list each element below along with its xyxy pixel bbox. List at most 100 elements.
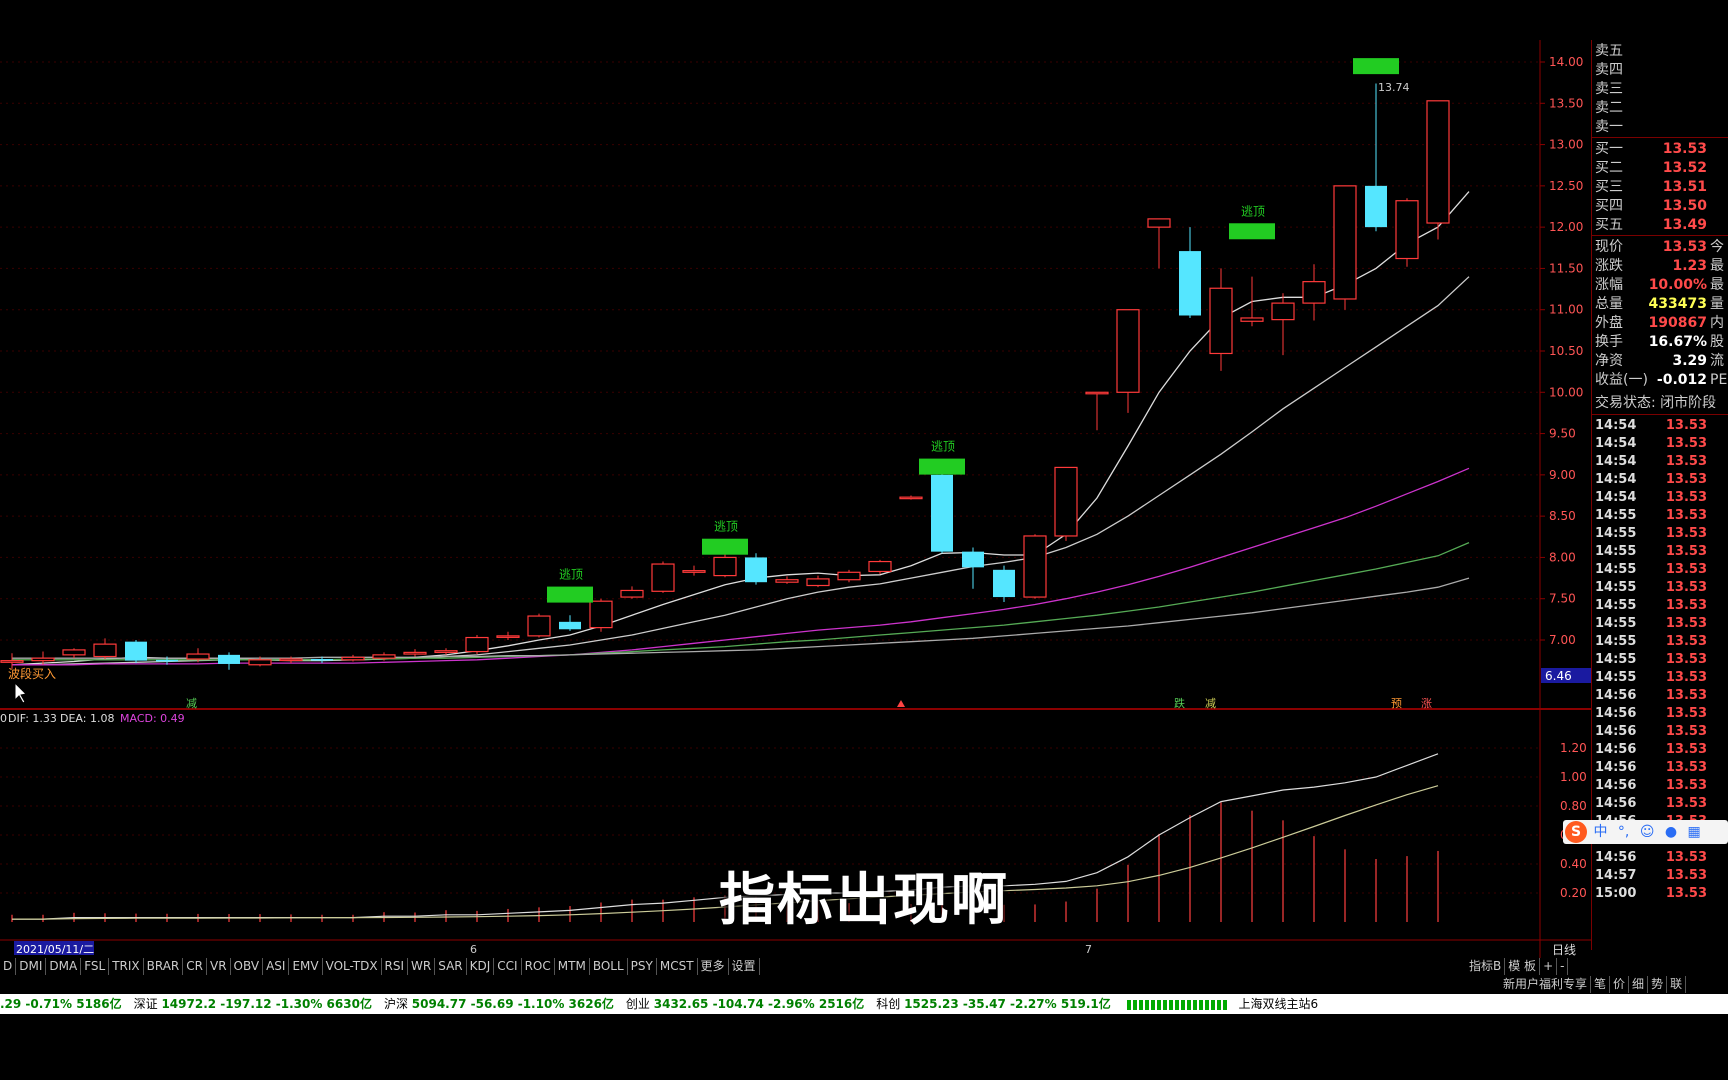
indicator-tab-8[interactable]: OBV — [231, 958, 264, 975]
indicator-tab-7[interactable]: VR — [207, 958, 231, 975]
ticks-divider — [1592, 414, 1728, 415]
microphone-icon[interactable]: ● — [1665, 824, 1677, 840]
right-tab-3[interactable]: - — [1557, 958, 1569, 975]
indicator-tab-10[interactable]: EMV — [289, 958, 323, 975]
candle-body-up — [1333, 185, 1357, 300]
indicator-tab-17[interactable]: ROC — [522, 958, 555, 975]
indicator-tab-13[interactable]: WR — [408, 958, 436, 975]
index-item[interactable]: 科创 1525.23 -35.47 -2.27% 519.1亿 — [876, 994, 1111, 1014]
candle-body-up — [1302, 281, 1326, 304]
indicator-tab-21[interactable]: MCST — [657, 958, 698, 975]
index-name: 科创 — [876, 997, 905, 1011]
bid-row: 买二 13.52 — [1592, 159, 1728, 178]
price-tick-label: 14.00 — [1549, 55, 1583, 69]
tick-price: 13.53 — [1665, 706, 1707, 721]
bid-row-value: 13.49 — [1662, 217, 1707, 233]
bottom-tab-0[interactable]: 新用户福利专享 — [1500, 976, 1592, 993]
kline-chart[interactable]: 逃顶逃顶逃顶逃顶 14.0013.5013.0012.5012.0011.501… — [0, 0, 1591, 958]
indicator-tab-9[interactable]: ASI — [263, 958, 290, 975]
ime-lang-toggle[interactable]: 中 — [1593, 824, 1607, 840]
index-item[interactable]: 深证 14972.2 -197.12 -1.30% 6630亿 — [134, 994, 372, 1014]
bottom-tab-1[interactable]: 笔 — [1591, 976, 1611, 993]
indicator-tab-5[interactable]: BRAR — [144, 958, 184, 975]
indicator-tab-15[interactable]: KDJ — [467, 958, 495, 975]
price-tick-label: 11.50 — [1549, 261, 1583, 275]
right-tab-1[interactable]: 模 板 — [1505, 958, 1541, 975]
index-item[interactable]: 沪深 5094.77 -56.69 -1.10% 3626亿 — [384, 994, 614, 1014]
tick-price: 13.53 — [1665, 598, 1707, 613]
marker-drop: 跌 — [1174, 696, 1185, 710]
right-tab-0[interactable]: 指标B — [1466, 958, 1506, 975]
bottom-tab-5[interactable]: 联 — [1667, 976, 1687, 993]
ime-toolbar[interactable]: S 中 °, ☺ ● ▦ — [1563, 820, 1728, 844]
candle-body-up — [1147, 218, 1171, 228]
tick-price: 13.53 — [1665, 652, 1707, 667]
candle-body-up — [279, 658, 303, 662]
price-tick-label: 7.50 — [1549, 592, 1576, 606]
video-caption: 指标出现啊 — [719, 868, 1009, 933]
price-tick-label: 9.00 — [1549, 468, 1576, 482]
tick-row: 14:56 13.53 — [1592, 723, 1728, 741]
candle-body-up — [620, 589, 644, 598]
indicator-tab-14[interactable]: SAR — [435, 958, 467, 975]
tick-time: 14:56 — [1595, 706, 1637, 721]
indicator-tab-6[interactable]: CR — [183, 958, 207, 975]
index-name: 创业 — [625, 997, 654, 1011]
macd-value-legend: MACD: 0.49 — [120, 712, 185, 725]
tick-price: 13.53 — [1665, 634, 1707, 649]
tick-time: 14:56 — [1595, 724, 1637, 739]
tick-row: 14:55 13.53 — [1592, 633, 1728, 651]
candle-body-up — [465, 636, 489, 653]
bottom-tab-2[interactable]: 价 — [1610, 976, 1630, 993]
indicator-tab-23[interactable]: 设置 — [729, 958, 760, 975]
tick-price: 13.53 — [1665, 418, 1707, 433]
index-item[interactable]: .29 -0.71% 5186亿 — [0, 994, 122, 1014]
indicator-tab-2[interactable]: DMA — [46, 958, 82, 975]
candle-body-up — [713, 556, 737, 577]
ask-row: 卖五 — [1592, 42, 1728, 61]
candle-body-up — [341, 656, 365, 661]
stat-row: 现价 13.53 今 — [1592, 238, 1728, 257]
indicator-tab-12[interactable]: RSI — [382, 958, 409, 975]
sell-signal-box — [1229, 223, 1275, 240]
indicator-tab-19[interactable]: BOLL — [590, 958, 628, 975]
macd-legend: 0 DIF: 1.33 DEA: 1.08 MACD: 0.49 — [0, 712, 185, 725]
ask-row-label: 卖四 — [1595, 62, 1623, 78]
candle-body-up — [1116, 309, 1140, 393]
tick-price: 13.53 — [1665, 688, 1707, 703]
indicator-tab-1[interactable]: DMI — [16, 958, 47, 975]
right-tab-2[interactable]: + — [1540, 958, 1558, 975]
keyboard-icon[interactable]: ▦ — [1688, 824, 1701, 840]
bottom-tab-3[interactable]: 细 — [1629, 976, 1649, 993]
tick-time: 14:54 — [1595, 418, 1637, 433]
bid-row-label: 买五 — [1595, 217, 1623, 233]
indicator-tab-0[interactable]: D — [0, 958, 17, 975]
tick-price: 13.53 — [1665, 454, 1707, 469]
candle-body-up — [589, 600, 613, 629]
tick-time: 14:55 — [1595, 670, 1637, 685]
index-value: 1525.23 -35.47 -2.27% 519.1亿 — [904, 997, 1111, 1011]
candle-body-down — [218, 654, 240, 664]
indicator-tab-20[interactable]: PSY — [628, 958, 657, 975]
sell-signal-label: 逃顶 — [714, 520, 738, 534]
indicator-tab-3[interactable]: FSL — [81, 958, 110, 975]
tick-time: 14:54 — [1595, 490, 1637, 505]
indicator-tab-11[interactable]: VOL-TDX — [323, 958, 382, 975]
indicator-tab-22[interactable]: 更多 — [698, 958, 729, 975]
index-item[interactable]: 创业 3432.65 -104.74 -2.96% 2516亿 — [626, 994, 864, 1014]
price-tick-label: 13.00 — [1549, 138, 1583, 152]
ask-row: 卖三 — [1592, 80, 1728, 99]
stat-row-extra: 最 — [1710, 258, 1724, 274]
tick-row: 14:54 13.53 — [1592, 471, 1728, 489]
punctuation-icon[interactable]: °, — [1618, 824, 1629, 840]
emoji-icon[interactable]: ☺ — [1640, 824, 1655, 840]
market-status-bar: .29 -0.71% 5186亿 深证 14972.2 -197.12 -1.30… — [0, 994, 1728, 1014]
server-name[interactable]: 上海双线主站6 — [1238, 997, 1318, 1011]
indicator-tab-16[interactable]: CCI — [494, 958, 522, 975]
indicator-tab-4[interactable]: TRIX — [109, 958, 144, 975]
bottom-tab-4[interactable]: 势 — [1648, 976, 1668, 993]
index-name: 沪深 — [383, 997, 412, 1011]
indicator-tab-18[interactable]: MTM — [555, 958, 590, 975]
candle-body-up — [434, 650, 458, 653]
tick-price: 13.53 — [1665, 670, 1707, 685]
